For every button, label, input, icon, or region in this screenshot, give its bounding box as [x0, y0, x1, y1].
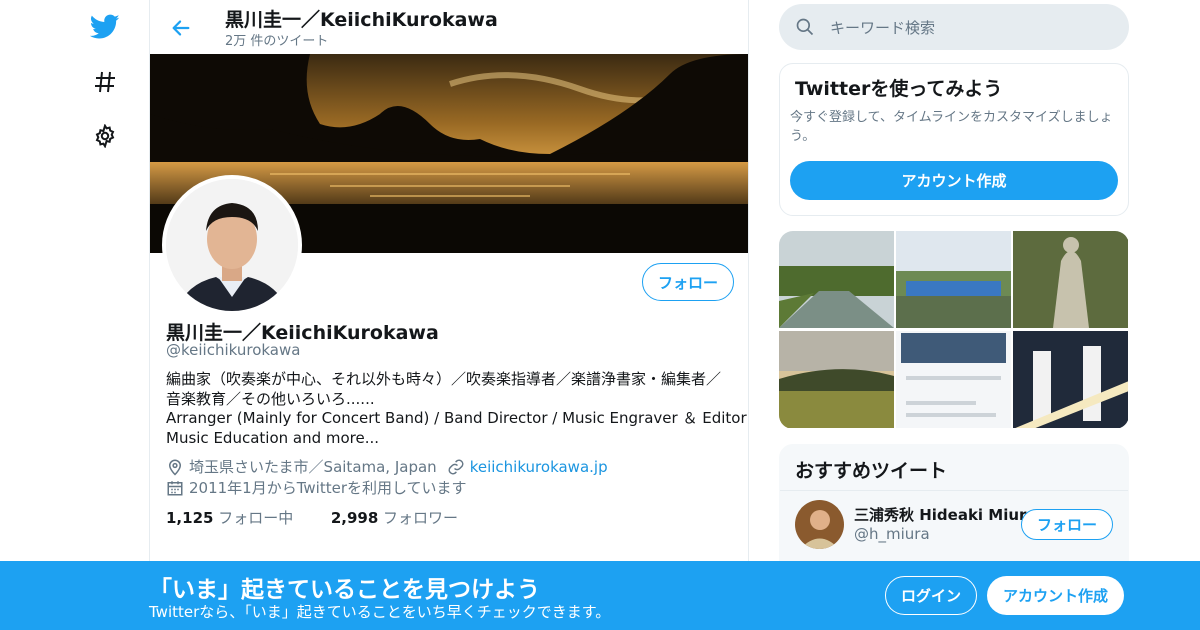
profile-stats: 1,125 フォロー中 2,998 フォロワー	[166, 507, 458, 528]
twitter-bird-icon[interactable]	[80, 7, 130, 47]
following-count: 1,125	[166, 509, 214, 527]
followers-label: フォロワー	[383, 509, 459, 527]
prompt-title: 「いま」起きていることを見つけよう	[149, 577, 540, 603]
profile-website-link[interactable]: keiichikurokawa.jp	[470, 458, 608, 476]
search-icon	[796, 18, 814, 36]
media-thumbnail[interactable]	[896, 231, 1011, 328]
calendar-icon	[167, 480, 183, 495]
bio-line: Music Education and more...	[166, 428, 380, 447]
recommended-user-handle[interactable]: @h_miura	[854, 525, 930, 543]
hashtag-icon[interactable]	[80, 62, 130, 102]
media-gallery	[779, 231, 1129, 429]
bio-line: 編曲家（吹奏楽が中心、それ以外も時々）／吹奏楽指導者／楽譜浄書家・編集者／	[166, 370, 722, 388]
recommended-user-avatar[interactable]	[795, 500, 844, 549]
profile-meta-row: 埼玉県さいたま市／Saitama, Japan keiichikurokawa.…	[166, 456, 608, 477]
tweet-count: 2万 件のツイート	[225, 34, 329, 49]
following-link[interactable]: 1,125 フォロー中	[166, 509, 293, 527]
profile-bio: 編曲家（吹奏楽が中心、それ以外も時々）／吹奏楽指導者／楽譜浄書家・編集者／ 音楽…	[166, 370, 749, 448]
profile-avatar[interactable]	[162, 175, 302, 315]
bio-line: Arranger (Mainly for Concert Band) / Ban…	[166, 409, 749, 427]
recommended-follow-button[interactable]: フォロー	[1021, 509, 1113, 540]
profile-joined: 2011年1月からTwitterを利用しています	[189, 479, 467, 497]
follow-button[interactable]: フォロー	[642, 263, 734, 301]
profile-column: 黒川圭一／KeiichiKurokawa 2万 件のツイート フォロー 黒川圭一…	[149, 0, 749, 630]
search-box[interactable]: キーワード検索	[779, 4, 1129, 50]
profile-header-bar: 黒川圭一／KeiichiKurokawa 2万 件のツイート	[150, 0, 748, 54]
page: 黒川圭一／KeiichiKurokawa 2万 件のツイート フォロー 黒川圭一…	[0, 0, 1200, 630]
back-button[interactable]	[164, 11, 198, 45]
gear-icon[interactable]	[80, 116, 130, 156]
recommended-heading: おすすめツイート	[795, 460, 948, 482]
media-thumbnail[interactable]	[896, 331, 1011, 428]
following-label: フォロー中	[218, 509, 294, 527]
signup-prompt-bar: 「いま」起きていることを見つけよう Twitterなら、「いま」起きていることを…	[0, 561, 1200, 630]
search-input[interactable]: キーワード検索	[830, 17, 935, 38]
profile-joined-row: 2011年1月からTwitterを利用しています	[166, 477, 467, 498]
media-thumbnail[interactable]	[1013, 331, 1128, 428]
link-icon	[448, 459, 464, 474]
bio-line: 音楽教育／その他いろいろ......	[166, 389, 375, 408]
recommended-card: おすすめツイート 三浦秀秋 Hideaki Miura @h_miura フォロ…	[779, 444, 1129, 574]
divider	[780, 490, 1128, 491]
prompt-subtitle: Twitterなら、「いま」起きていることをいち早くチェックできます。	[149, 603, 611, 621]
followers-link[interactable]: 2,998 フォロワー	[331, 509, 458, 527]
followers-count: 2,998	[330, 509, 379, 527]
login-button[interactable]: ログイン	[885, 576, 977, 615]
profile-location: 埼玉県さいたま市／Saitama, Japan	[189, 458, 437, 476]
signup-card-text: 今すぐ登録して、タイムラインをカスタマイズしましょう。	[790, 110, 1113, 144]
create-account-button[interactable]: アカウント作成	[790, 161, 1118, 200]
signup-card-title: Twitterを使ってみよう	[795, 78, 1003, 100]
recommended-user-name[interactable]: 三浦秀秋 Hideaki Miura	[854, 504, 1037, 525]
media-thumbnail[interactable]	[779, 331, 894, 428]
media-thumbnail[interactable]	[779, 231, 894, 328]
arrow-left-icon	[172, 20, 190, 36]
signup-button[interactable]: アカウント作成	[987, 576, 1124, 615]
signup-card: Twitterを使ってみよう 今すぐ登録して、タイムラインをカスタマイズしましょ…	[779, 63, 1129, 216]
location-pin-icon	[168, 459, 182, 476]
media-thumbnail[interactable]	[1013, 231, 1128, 328]
profile-handle[interactable]: @keiichikurokawa	[166, 341, 300, 359]
header-title: 黒川圭一／KeiichiKurokawa	[225, 9, 498, 31]
